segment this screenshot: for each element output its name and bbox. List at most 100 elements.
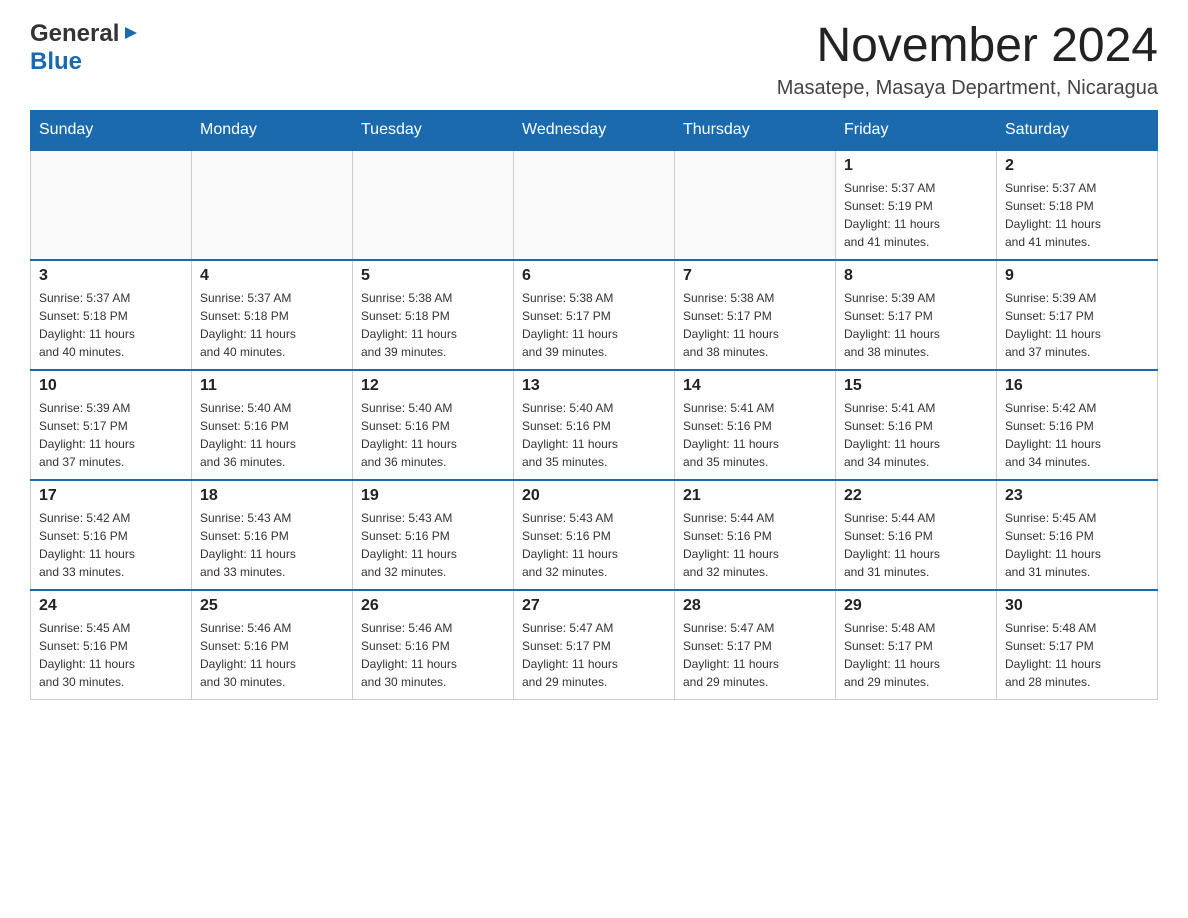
day-info: Sunrise: 5:41 AM Sunset: 5:16 PM Dayligh… [844,399,988,471]
day-number: 22 [844,487,988,505]
calendar-cell: 27Sunrise: 5:47 AM Sunset: 5:17 PM Dayli… [514,590,675,700]
day-of-week-header: Tuesday [353,110,514,150]
week-row: 1 Sunrise: 5:37 AM Sunset: 5:19 PM Daylig… [31,150,1158,260]
day-of-week-header: Wednesday [514,110,675,150]
calendar-cell [514,150,675,260]
day-number: 28 [683,597,827,615]
calendar-cell: 16 Sunrise: 5:42 AM Sunset: 5:16 PM Dayli… [997,370,1158,480]
day-info: Sunrise: 5:38 AM Sunset: 5:17 PM Dayligh… [522,289,666,361]
calendar-body: 1 Sunrise: 5:37 AM Sunset: 5:19 PM Daylig… [31,150,1158,700]
calendar-cell: 10 Sunrise: 5:39 AM Sunset: 5:17 PM Dayli… [31,370,192,480]
calendar-cell: 24 Sunrise: 5:45 AM Sunset: 5:16 PM Dayli… [31,590,192,700]
day-number: 7 [683,267,827,285]
calendar-cell: 5 Sunrise: 5:38 AM Sunset: 5:18 PM Daylig… [353,260,514,370]
day-info: Sunrise: 5:37 AM Sunset: 5:19 PM Dayligh… [844,179,988,251]
calendar-table: SundayMondayTuesdayWednesdayThursdayFrid… [30,110,1158,701]
day-info: Sunrise: 5:40 AM Sunset: 5:16 PM Dayligh… [522,399,666,471]
day-info: Sunrise: 5:46 AM Sunset: 5:16 PM Dayligh… [361,619,505,691]
day-info: Sunrise: 5:37 AM Sunset: 5:18 PM Dayligh… [200,289,344,361]
day-info: Sunrise: 5:41 AM Sunset: 5:16 PM Dayligh… [683,399,827,471]
calendar-cell: 6 Sunrise: 5:38 AM Sunset: 5:17 PM Daylig… [514,260,675,370]
day-info: Sunrise: 5:38 AM Sunset: 5:18 PM Dayligh… [361,289,505,361]
calendar-cell: 11 Sunrise: 5:40 AM Sunset: 5:16 PM Dayli… [192,370,353,480]
calendar-cell: 15Sunrise: 5:41 AM Sunset: 5:16 PM Dayli… [836,370,997,480]
day-info: Sunrise: 5:37 AM Sunset: 5:18 PM Dayligh… [1005,179,1149,251]
calendar-cell [192,150,353,260]
calendar-main-title: November 2024 [777,20,1158,73]
day-info: Sunrise: 5:43 AM Sunset: 5:16 PM Dayligh… [522,509,666,581]
week-row: 24 Sunrise: 5:45 AM Sunset: 5:16 PM Dayli… [31,590,1158,700]
page-header: General Blue November 2024 Masatepe, Mas… [30,20,1158,100]
calendar-cell: 8Sunrise: 5:39 AM Sunset: 5:17 PM Daylig… [836,260,997,370]
calendar-cell: 12 Sunrise: 5:40 AM Sunset: 5:16 PM Dayli… [353,370,514,480]
calendar-subtitle: Masatepe, Masaya Department, Nicaragua [777,77,1158,100]
calendar-cell: 18Sunrise: 5:43 AM Sunset: 5:16 PM Dayli… [192,480,353,590]
day-number: 11 [200,377,344,395]
day-info: Sunrise: 5:48 AM Sunset: 5:17 PM Dayligh… [844,619,988,691]
day-info: Sunrise: 5:42 AM Sunset: 5:16 PM Dayligh… [39,509,183,581]
day-info: Sunrise: 5:46 AM Sunset: 5:16 PM Dayligh… [200,619,344,691]
calendar-cell: 17 Sunrise: 5:42 AM Sunset: 5:16 PM Dayli… [31,480,192,590]
day-number: 17 [39,487,183,505]
logo-blue-text: Blue [30,48,82,75]
day-info: Sunrise: 5:43 AM Sunset: 5:16 PM Dayligh… [361,509,505,581]
calendar-cell [353,150,514,260]
day-number: 23 [1005,487,1149,505]
logo: General Blue [30,20,141,76]
day-number: 25 [200,597,344,615]
day-number: 18 [200,487,344,505]
calendar-cell: 1 Sunrise: 5:37 AM Sunset: 5:19 PM Daylig… [836,150,997,260]
day-info: Sunrise: 5:47 AM Sunset: 5:17 PM Dayligh… [683,619,827,691]
calendar-cell: 29 Sunrise: 5:48 AM Sunset: 5:17 PM Dayli… [836,590,997,700]
calendar-cell [675,150,836,260]
calendar-cell: 30 Sunrise: 5:48 AM Sunset: 5:17 PM Dayli… [997,590,1158,700]
day-number: 24 [39,597,183,615]
day-number: 30 [1005,597,1149,615]
day-number: 21 [683,487,827,505]
day-info: Sunrise: 5:42 AM Sunset: 5:16 PM Dayligh… [1005,399,1149,471]
calendar-cell: 9 Sunrise: 5:39 AM Sunset: 5:17 PM Daylig… [997,260,1158,370]
day-number: 12 [361,377,505,395]
calendar-cell: 14Sunrise: 5:41 AM Sunset: 5:16 PM Dayli… [675,370,836,480]
day-info: Sunrise: 5:44 AM Sunset: 5:16 PM Dayligh… [683,509,827,581]
day-info: Sunrise: 5:39 AM Sunset: 5:17 PM Dayligh… [1005,289,1149,361]
calendar-cell: 21 Sunrise: 5:44 AM Sunset: 5:16 PM Dayli… [675,480,836,590]
calendar-title-area: November 2024 Masatepe, Masaya Departmen… [777,20,1158,100]
day-number: 10 [39,377,183,395]
day-number: 1 [844,157,988,175]
week-row: 10 Sunrise: 5:39 AM Sunset: 5:17 PM Dayli… [31,370,1158,480]
day-info: Sunrise: 5:48 AM Sunset: 5:17 PM Dayligh… [1005,619,1149,691]
day-number: 26 [361,597,505,615]
day-info: Sunrise: 5:45 AM Sunset: 5:16 PM Dayligh… [1005,509,1149,581]
day-number: 2 [1005,157,1149,175]
day-number: 29 [844,597,988,615]
calendar-cell: 26 Sunrise: 5:46 AM Sunset: 5:16 PM Dayli… [353,590,514,700]
day-info: Sunrise: 5:40 AM Sunset: 5:16 PM Dayligh… [200,399,344,471]
calendar-cell [31,150,192,260]
day-number: 5 [361,267,505,285]
day-info: Sunrise: 5:45 AM Sunset: 5:16 PM Dayligh… [39,619,183,691]
calendar-cell: 4 Sunrise: 5:37 AM Sunset: 5:18 PM Daylig… [192,260,353,370]
day-number: 3 [39,267,183,285]
calendar-cell: 20 Sunrise: 5:43 AM Sunset: 5:16 PM Dayli… [514,480,675,590]
week-row: 17 Sunrise: 5:42 AM Sunset: 5:16 PM Dayli… [31,480,1158,590]
calendar-header: SundayMondayTuesdayWednesdayThursdayFrid… [31,110,1158,150]
day-info: Sunrise: 5:40 AM Sunset: 5:16 PM Dayligh… [361,399,505,471]
calendar-cell: 13 Sunrise: 5:40 AM Sunset: 5:16 PM Dayli… [514,370,675,480]
day-number: 9 [1005,267,1149,285]
day-info: Sunrise: 5:44 AM Sunset: 5:16 PM Dayligh… [844,509,988,581]
day-number: 4 [200,267,344,285]
day-number: 6 [522,267,666,285]
day-of-week-header: Thursday [675,110,836,150]
day-number: 16 [1005,377,1149,395]
day-number: 13 [522,377,666,395]
logo-general-text: General [30,20,119,48]
day-info: Sunrise: 5:39 AM Sunset: 5:17 PM Dayligh… [39,399,183,471]
calendar-cell: 25 Sunrise: 5:46 AM Sunset: 5:16 PM Dayli… [192,590,353,700]
day-number: 19 [361,487,505,505]
day-number: 20 [522,487,666,505]
calendar-cell: 23 Sunrise: 5:45 AM Sunset: 5:16 PM Dayli… [997,480,1158,590]
day-of-week-header: Saturday [997,110,1158,150]
calendar-cell: 28 Sunrise: 5:47 AM Sunset: 5:17 PM Dayli… [675,590,836,700]
week-row: 3 Sunrise: 5:37 AM Sunset: 5:18 PM Daylig… [31,260,1158,370]
